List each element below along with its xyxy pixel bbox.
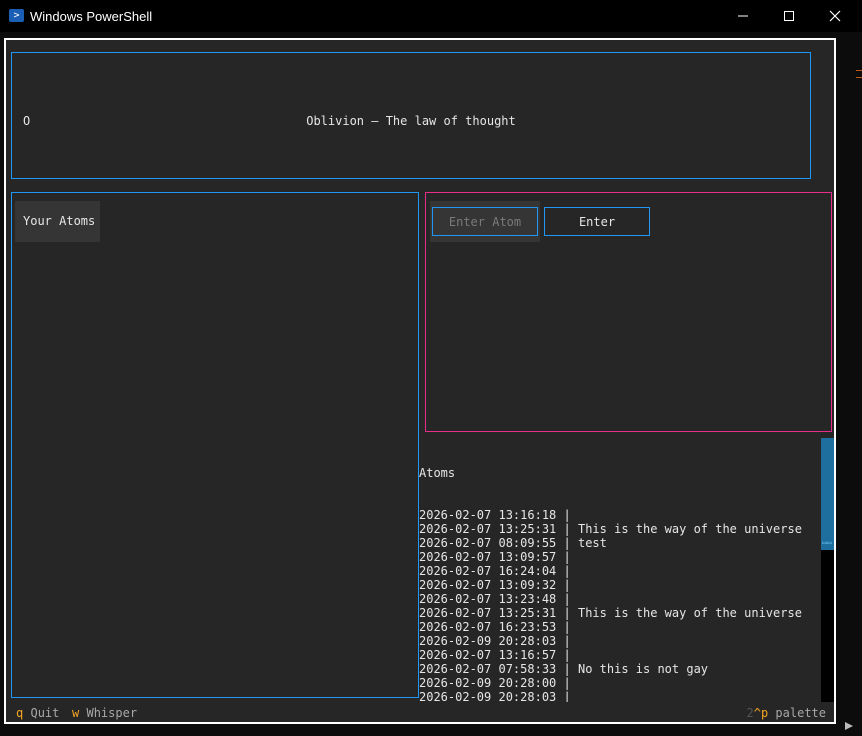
atom-input[interactable] <box>432 207 538 236</box>
log-entry-timestamp: 2026-02-07 13:09:32 <box>419 578 557 592</box>
log-entry-timestamp: 2026-02-09 20:28:00 <box>419 676 557 690</box>
atom-input-wrapper <box>430 201 540 242</box>
log-entry-separator: | <box>556 662 578 676</box>
header-panel: O Oblivion — The law of thought <box>11 52 811 179</box>
whisper-key: w <box>72 706 80 720</box>
log-entry-timestamp: 2026-02-09 20:28:03 <box>419 634 557 648</box>
scroll-grip-icon: ▭▭ <box>822 538 832 547</box>
enter-button[interactable]: Enter <box>544 207 650 236</box>
atoms-log-scrollbar[interactable]: ▭▭ <box>821 438 834 702</box>
palette-binding[interactable]: 2^p palette <box>747 704 827 722</box>
powershell-icon: > <box>9 9 24 22</box>
palette-key: ^p <box>753 706 769 720</box>
log-entry-text: No this is not gay <box>577 662 709 676</box>
log-entry-separator: | <box>556 522 578 536</box>
log-entry: 2026-02-07 13:16:57 | <box>419 648 821 662</box>
footer-bar: q Quit w Whisper 2^p palette <box>6 704 834 722</box>
log-entry-timestamp: 2026-02-09 20:28:03 <box>419 690 557 702</box>
log-entry-text: This is the way of the universe <box>577 522 802 536</box>
whisper-label: Whisper <box>86 706 138 720</box>
log-entry: 2026-02-07 13:25:31 | This is the way of… <box>419 522 821 536</box>
maximize-icon <box>784 11 794 21</box>
maximize-button[interactable] <box>766 0 812 32</box>
close-icon <box>829 10 841 22</box>
resize-grip-icon[interactable] <box>843 717 855 730</box>
console-background <box>838 32 862 736</box>
log-entry-separator: | <box>556 676 578 690</box>
log-entry-separator: | <box>556 508 578 522</box>
log-entry-separator: | <box>556 690 578 702</box>
log-entry-timestamp: 2026-02-07 13:23:48 <box>419 592 557 606</box>
minimize-icon <box>738 15 748 17</box>
log-entry-text: test <box>577 536 607 550</box>
quit-label: Quit <box>30 706 60 720</box>
log-entry-separator: | <box>556 620 578 634</box>
atoms-log[interactable]: Atoms 2026-02-07 13:16:18 | 2026-02-07 1… <box>419 438 821 702</box>
log-entry-separator: | <box>556 634 578 648</box>
your-atoms-tab[interactable]: Your Atoms <box>15 201 100 242</box>
console-artifact <box>856 77 862 78</box>
quit-binding[interactable]: q Quit <box>16 704 59 722</box>
minimize-button[interactable] <box>720 0 766 32</box>
atom-input-panel: Enter <box>425 192 832 432</box>
palette-prefix: 2 <box>746 706 754 720</box>
terminal-area: O Oblivion — The law of thought Your Ato… <box>4 38 836 724</box>
whisper-binding[interactable]: w Whisper <box>72 704 137 722</box>
log-entry-timestamp: 2026-02-07 07:58:33 <box>419 662 557 676</box>
log-entry: 2026-02-09 20:28:00 | <box>419 676 821 690</box>
log-entry-separator: | <box>556 606 578 620</box>
log-entry-timestamp: 2026-02-07 13:25:31 <box>419 522 557 536</box>
window-title: Windows PowerShell <box>30 9 153 24</box>
log-entry-separator: | <box>556 592 578 606</box>
window-titlebar[interactable]: > Windows PowerShell <box>0 0 862 32</box>
log-entry-separator: | <box>556 564 578 578</box>
log-entry: 2026-02-07 13:16:18 | <box>419 508 821 522</box>
log-entry: 2026-02-09 20:28:03 | <box>419 634 821 648</box>
log-entry: 2026-02-09 20:28:03 | <box>419 690 821 702</box>
app-title: Oblivion — The law of thought <box>306 114 516 128</box>
console-artifact <box>856 70 862 71</box>
log-entry-timestamp: 2026-02-07 13:09:57 <box>419 550 557 564</box>
log-entry-separator: | <box>556 578 578 592</box>
log-entry-separator: | <box>556 648 578 662</box>
quit-key: q <box>16 706 24 720</box>
log-entry-timestamp: 2026-02-07 13:16:57 <box>419 648 557 662</box>
log-entry-timestamp: 2026-02-07 13:25:31 <box>419 606 557 620</box>
log-entry: 2026-02-07 16:24:04 | <box>419 564 821 578</box>
log-entry: 2026-02-07 13:23:48 | <box>419 592 821 606</box>
log-entry: 2026-02-07 13:09:57 | <box>419 550 821 564</box>
log-entry: 2026-02-07 13:09:32 | <box>419 578 821 592</box>
log-entry: 2026-02-07 13:25:31 | This is the way of… <box>419 606 821 620</box>
log-entry-timestamp: 2026-02-07 13:16:18 <box>419 508 557 522</box>
palette-label: palette <box>775 706 826 720</box>
log-entry: 2026-02-07 16:23:53 | <box>419 620 821 634</box>
log-entry-text: This is the way of the universe <box>577 606 802 620</box>
log-entry-timestamp: 2026-02-07 16:23:53 <box>419 620 557 634</box>
log-entry-separator: | <box>556 550 578 564</box>
scrollbar-thumb[interactable] <box>821 438 834 550</box>
your-atoms-panel: Your Atoms <box>11 192 419 698</box>
log-entry-timestamp: 2026-02-07 16:24:04 <box>419 564 557 578</box>
log-entry-timestamp: 2026-02-07 08:09:55 <box>419 536 557 550</box>
atoms-log-title: Atoms <box>419 466 456 480</box>
close-button[interactable] <box>812 0 858 32</box>
log-entry: 2026-02-07 07:58:33 | No this is not gay <box>419 662 821 676</box>
log-entry-separator: | <box>556 536 578 550</box>
log-entry: 2026-02-07 08:09:55 | test <box>419 536 821 550</box>
